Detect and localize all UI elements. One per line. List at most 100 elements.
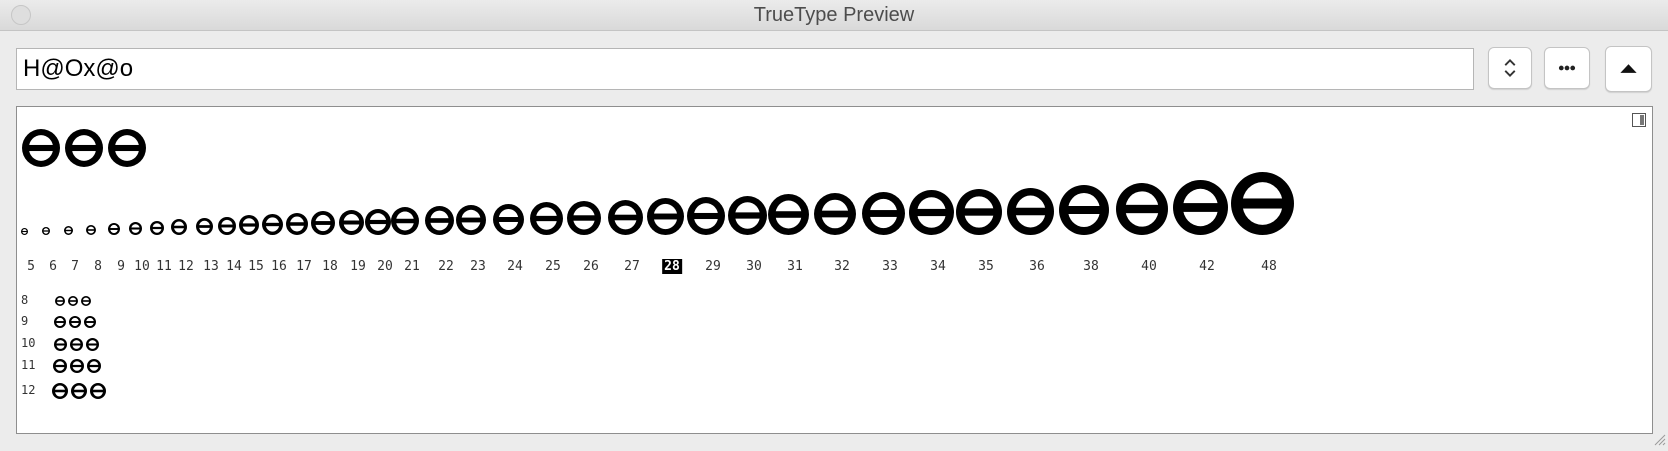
more-options-button[interactable] (1544, 47, 1590, 89)
waterfall-row-label: 12 (21, 383, 36, 397)
size-label[interactable]: 21 (404, 259, 420, 274)
glyph-icon (218, 217, 236, 235)
glyph-icon (1116, 183, 1168, 235)
size-label[interactable]: 25 (545, 259, 561, 274)
glyph-icon (108, 129, 146, 167)
glyph-icon (567, 201, 601, 235)
size-label[interactable]: 48 (1261, 259, 1277, 274)
glyph-icon (53, 359, 67, 373)
glyph-icon (20, 228, 28, 235)
size-label[interactable]: 31 (787, 259, 803, 274)
size-label[interactable]: 17 (296, 259, 312, 274)
resize-grip-icon[interactable] (1652, 432, 1666, 446)
glyph-icon (1230, 172, 1294, 235)
glyph-icon (261, 214, 283, 235)
size-label[interactable]: 29 (705, 259, 721, 274)
glyph-icon (128, 222, 142, 235)
glyph-icon (81, 296, 91, 306)
title-bar: TrueType Preview (0, 0, 1668, 31)
glyph-icon (55, 296, 65, 306)
glyph-preview-area: 5 6 7 8 9 10 11 12 13 14 15 16 17 18 19 20 21 22 23 24 25 26 2… (16, 106, 1653, 434)
size-label[interactable]: 20 (377, 259, 393, 274)
glyph-icon (1059, 185, 1109, 235)
size-label[interactable]: 32 (834, 259, 850, 274)
ellipsis-icon (1558, 65, 1576, 71)
preview-corner-toggle-icon[interactable] (1632, 113, 1646, 127)
size-label[interactable]: 22 (438, 259, 454, 274)
glyph-icon (84, 316, 96, 328)
glyph-icon (70, 359, 84, 373)
size-label[interactable]: 36 (1029, 259, 1045, 274)
glyph-icon (54, 316, 66, 328)
glyph-icon (814, 193, 856, 235)
glyph-icon (687, 197, 725, 235)
triangle-up-icon (1620, 64, 1637, 73)
glyph-icon (68, 296, 78, 306)
size-label[interactable]: 23 (470, 259, 486, 274)
glyph-icon (69, 337, 83, 351)
size-label[interactable]: 16 (271, 259, 287, 274)
glyph-icon (1172, 180, 1228, 235)
glyph-icon (424, 206, 454, 235)
glyph-icon (727, 196, 767, 235)
size-label[interactable]: 14 (226, 259, 242, 274)
glyph-icon (90, 383, 106, 399)
size-label[interactable]: 40 (1141, 259, 1157, 274)
glyph-icon (65, 129, 103, 167)
glyph-icon (365, 209, 391, 235)
glyph-icon (311, 211, 335, 235)
glyph-icon (529, 202, 563, 235)
size-label[interactable]: 5 (27, 259, 35, 274)
glyph-icon (86, 225, 96, 235)
glyph-icon (492, 204, 524, 235)
glyph-icon (338, 210, 364, 235)
glyph-icon (69, 316, 81, 328)
waterfall-row-label: 11 (21, 358, 36, 372)
glyph-icon (956, 189, 1002, 235)
glyph-icon (52, 383, 68, 399)
size-label[interactable]: 19 (350, 259, 366, 274)
size-label[interactable]: 6 (49, 259, 57, 274)
collapse-button[interactable] (1605, 46, 1652, 92)
size-label[interactable]: 12 (178, 259, 194, 274)
size-label[interactable]: 34 (930, 259, 946, 274)
glyph-icon (908, 190, 954, 235)
glyph-icon (195, 218, 213, 235)
waterfall-row-label: 8 (21, 293, 29, 307)
glyph-icon (42, 227, 50, 235)
glyph-icon (63, 226, 73, 235)
waterfall-row-label: 9 (21, 314, 29, 328)
size-label[interactable]: 26 (583, 259, 599, 274)
size-label[interactable]: 8 (94, 259, 102, 274)
size-label[interactable]: 15 (248, 259, 264, 274)
size-label[interactable]: 7 (71, 259, 79, 274)
preview-text-input[interactable] (16, 48, 1474, 90)
glyph-icon (85, 337, 99, 351)
size-label[interactable]: 24 (507, 259, 523, 274)
size-label[interactable]: 38 (1083, 259, 1099, 274)
glyph-icon (646, 198, 684, 235)
size-label[interactable]: 13 (203, 259, 219, 274)
size-label[interactable]: 27 (624, 259, 640, 274)
size-label[interactable]: 35 (978, 259, 994, 274)
glyph-icon (607, 200, 643, 235)
glyph-icon (456, 205, 486, 235)
up-down-chevron-icon (1504, 59, 1516, 77)
glyph-icon (150, 221, 164, 235)
size-label[interactable]: 30 (746, 259, 762, 274)
waterfall-row-label: 10 (21, 336, 36, 350)
glyph-icon (171, 219, 187, 235)
size-label[interactable]: 42 (1199, 259, 1215, 274)
size-label[interactable]: 28 (662, 259, 682, 274)
size-label[interactable]: 9 (117, 259, 125, 274)
glyph-icon (87, 359, 101, 373)
glyph-icon (391, 207, 419, 235)
glyph-icon (71, 383, 87, 399)
size-label[interactable]: 33 (882, 259, 898, 274)
glyph-icon (1006, 188, 1054, 235)
size-label[interactable]: 18 (322, 259, 338, 274)
size-label[interactable]: 11 (156, 259, 172, 274)
glyph-icon (767, 194, 809, 235)
size-stepper-button[interactable] (1488, 47, 1532, 89)
size-label[interactable]: 10 (134, 259, 150, 274)
